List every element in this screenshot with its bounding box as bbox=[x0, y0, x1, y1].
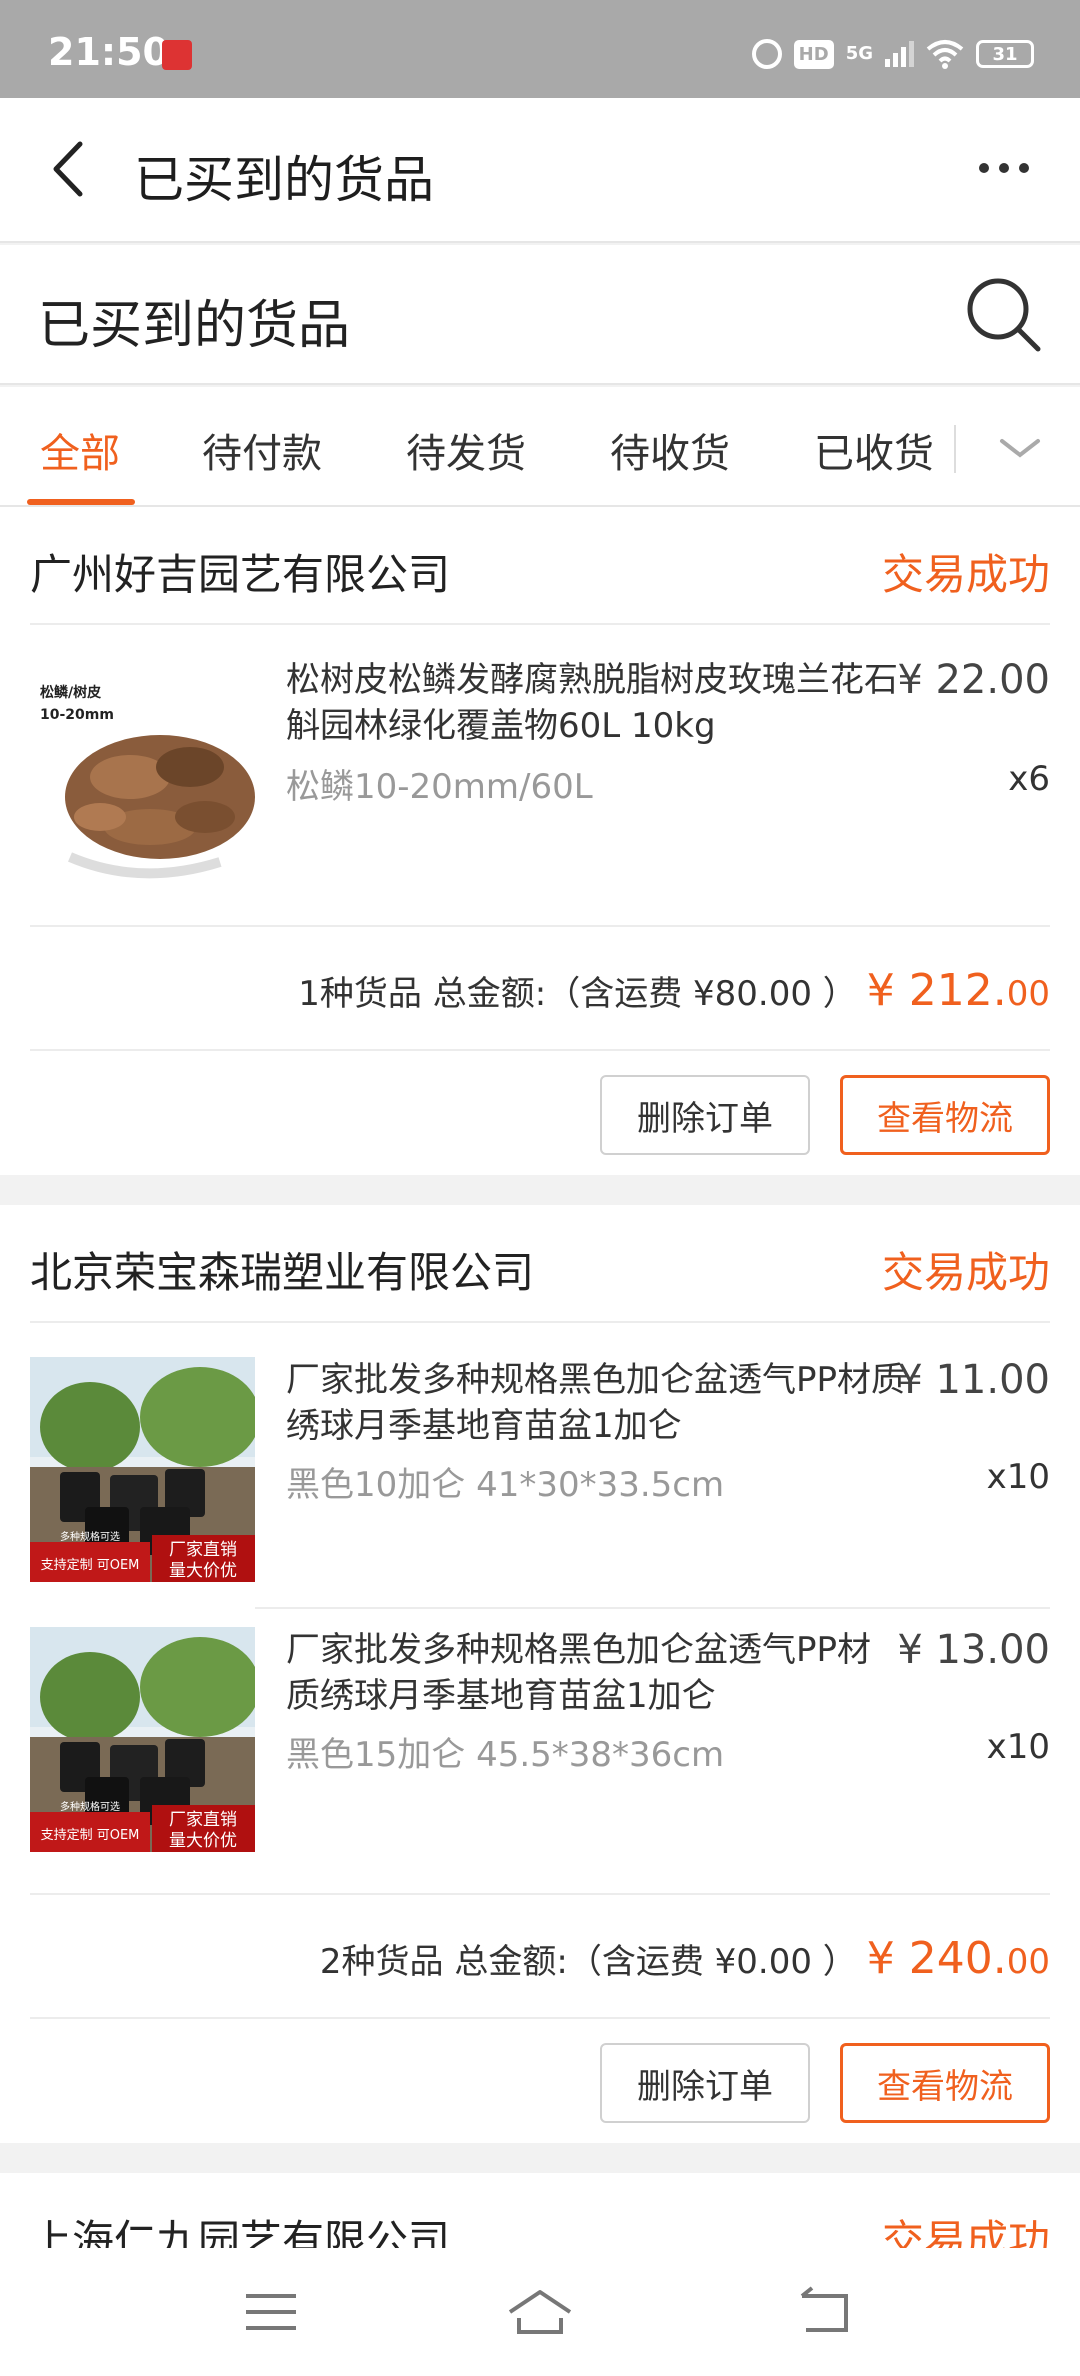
search-icon[interactable] bbox=[964, 275, 1044, 355]
app-header: 已买到的货品 bbox=[0, 98, 1080, 243]
order-card: 上海仁九园艺有限公司 交易成功 bbox=[0, 2173, 1080, 2248]
back-icon[interactable] bbox=[790, 2282, 860, 2342]
alarm-icon bbox=[751, 39, 782, 69]
thumb-label: 厂家直销 bbox=[169, 1540, 237, 1560]
summary-label: 1种货品 总金额:（含运费 ¥80.00 ） bbox=[298, 974, 857, 1014]
menu-icon[interactable] bbox=[236, 2282, 306, 2342]
shop-name[interactable]: 北京荣宝森瑞塑业有限公司 bbox=[30, 1239, 534, 1300]
tab-pending-payment[interactable]: 待付款 bbox=[202, 421, 322, 479]
product-title[interactable]: 厂家批发多种规格黑色加仑盆透气PP材质绣球月季基地育苗盆1加仑 bbox=[286, 1357, 926, 1449]
product-price: ¥ 22.00 bbox=[897, 657, 1050, 703]
item-divider bbox=[255, 1607, 1050, 1609]
network-type: 5G bbox=[845, 43, 873, 64]
order-card: 广州好吉园艺有限公司 交易成功 松鳞/树皮 10-20mm 松树皮松鳞发酵腐熟脱… bbox=[0, 507, 1080, 1175]
thumb-label: 厂家直销 bbox=[169, 1810, 237, 1830]
thumb-label: 多种规格可选 bbox=[60, 1530, 120, 1543]
home-icon[interactable] bbox=[505, 2282, 575, 2342]
order-item[interactable]: 多种规格可选 支持定制 可OEM 厂家直销 量大价优 厂家批发多种规格黑色加仑盆… bbox=[30, 1357, 1050, 1587]
system-nav-bar bbox=[0, 2248, 1080, 2376]
order-total: 1种货品 总金额:（含运费 ¥80.00 ） ¥ 212.00 bbox=[298, 965, 1050, 1016]
shop-row: 广州好吉园艺有限公司 交易成功 bbox=[30, 507, 1050, 625]
shop-row: 北京荣宝森瑞塑业有限公司 交易成功 bbox=[30, 1205, 1050, 1323]
view-logistics-button[interactable]: 查看物流 bbox=[840, 2043, 1050, 2123]
shop-name[interactable]: 广州好吉园艺有限公司 bbox=[30, 541, 450, 602]
app-notification-icon bbox=[162, 40, 192, 70]
order-item[interactable]: 多种规格可选 支持定制 可OEM 厂家直销 量大价优 厂家批发多种规格黑色加仑盆… bbox=[30, 1627, 1050, 1857]
status-indicators: HD 5G 31 bbox=[751, 36, 1034, 72]
product-spec: 黑色15加仑 45.5*38*36cm bbox=[286, 1735, 725, 1775]
order-status: 交易成功 bbox=[881, 550, 1050, 599]
total-amount: ¥ 240. bbox=[866, 1933, 1007, 1984]
order-total: 2种货品 总金额:（含运费 ¥0.00 ） ¥ 240.00 bbox=[320, 1933, 1050, 1984]
tab-all[interactable]: 全部 bbox=[40, 421, 120, 479]
back-arrow-icon[interactable] bbox=[38, 134, 98, 204]
wifi-icon bbox=[926, 40, 964, 69]
order-summary: 1种货品 总金额:（含运费 ¥80.00 ） ¥ 212.00 bbox=[30, 925, 1050, 1051]
tab-pending-receipt[interactable]: 待收货 bbox=[610, 421, 730, 479]
battery-icon: 31 bbox=[976, 40, 1034, 68]
order-status: 交易成功 bbox=[881, 1248, 1050, 1297]
thumb-label: 支持定制 可OEM bbox=[41, 1558, 140, 1573]
product-price: ¥ 11.00 bbox=[897, 1357, 1050, 1403]
page-title: 已买到的货品 bbox=[134, 151, 434, 209]
signal-icon bbox=[885, 41, 914, 67]
search-title: 已买到的货品 bbox=[38, 296, 351, 356]
tab-pending-shipment[interactable]: 待发货 bbox=[406, 421, 526, 479]
order-status: 交易成功 bbox=[881, 2216, 1050, 2248]
thumb-label: 量大价优 bbox=[169, 1561, 237, 1581]
product-quantity: x10 bbox=[986, 1457, 1050, 1497]
product-quantity: x6 bbox=[1008, 759, 1050, 799]
total-cents: 00 bbox=[1006, 974, 1050, 1014]
order-card: 北京荣宝森瑞塑业有限公司 交易成功 多种规格可选 支持定制 可OEM 厂家直销 … bbox=[0, 1205, 1080, 2143]
active-tab-indicator bbox=[27, 499, 135, 505]
product-price: ¥ 13.00 bbox=[897, 1627, 1050, 1673]
shop-name[interactable]: 上海仁九园艺有限公司 bbox=[30, 2207, 450, 2248]
thumb-label: 多种规格可选 bbox=[60, 1800, 120, 1813]
product-image[interactable]: 松鳞/树皮 10-20mm bbox=[30, 657, 255, 882]
shop-row: 上海仁九园艺有限公司 交易成功 bbox=[30, 2173, 1050, 2248]
thumb-label: 10-20mm bbox=[40, 707, 114, 723]
hd-icon: HD bbox=[793, 39, 834, 69]
order-tabs: 全部 待付款 待发货 待收货 已收货 bbox=[0, 387, 1080, 507]
order-summary: 2种货品 总金额:（含运费 ¥0.00 ） ¥ 240.00 bbox=[30, 1893, 1050, 2019]
product-image[interactable]: 多种规格可选 支持定制 可OEM 厂家直销 量大价优 bbox=[30, 1357, 255, 1582]
search-bar: 已买到的货品 bbox=[0, 245, 1080, 385]
product-quantity: x10 bbox=[986, 1727, 1050, 1767]
status-time: 21:50 bbox=[48, 30, 169, 74]
chevron-down-icon[interactable] bbox=[990, 423, 1050, 473]
product-image[interactable]: 多种规格可选 支持定制 可OEM 厂家直销 量大价优 bbox=[30, 1627, 255, 1852]
status-bar: 21:50 HD 5G 31 bbox=[0, 0, 1080, 98]
product-title[interactable]: 松树皮松鳞发酵腐熟脱脂树皮玫瑰兰花石斛园林绿化覆盖物60L 10kg bbox=[286, 657, 926, 749]
thumb-label: 量大价优 bbox=[169, 1831, 237, 1851]
product-title[interactable]: 厂家批发多种规格黑色加仑盆透气PP材质绣球月季基地育苗盆1加仑 bbox=[286, 1627, 876, 1719]
tab-received[interactable]: 已收货 bbox=[814, 421, 934, 479]
more-options-icon[interactable] bbox=[964, 146, 1044, 190]
delete-order-button[interactable]: 删除订单 bbox=[600, 1075, 810, 1155]
thumb-label: 松鳞/树皮 bbox=[40, 684, 101, 701]
order-item[interactable]: 松鳞/树皮 10-20mm 松树皮松鳞发酵腐熟脱脂树皮玫瑰兰花石斛园林绿化覆盖物… bbox=[30, 657, 1050, 887]
delete-order-button[interactable]: 删除订单 bbox=[600, 2043, 810, 2123]
thumb-label: 支持定制 可OEM bbox=[41, 1828, 140, 1843]
tab-divider bbox=[954, 425, 956, 473]
total-cents: 00 bbox=[1006, 1942, 1050, 1982]
view-logistics-button[interactable]: 查看物流 bbox=[840, 1075, 1050, 1155]
product-spec: 黑色10加仑 41*30*33.5cm bbox=[286, 1465, 725, 1505]
summary-label: 2种货品 总金额:（含运费 ¥0.00 ） bbox=[319, 1942, 857, 1982]
total-amount: ¥ 212. bbox=[866, 965, 1007, 1016]
product-spec: 松鳞10-20mm/60L bbox=[286, 767, 593, 807]
